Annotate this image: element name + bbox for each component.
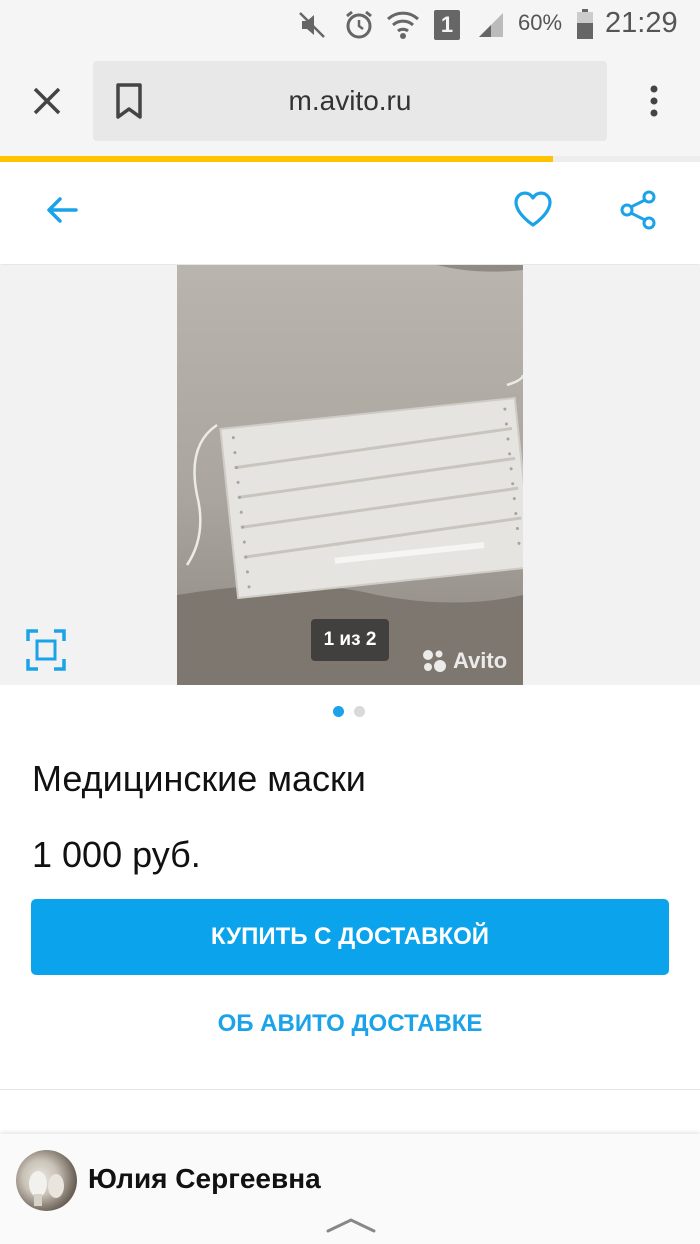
pagination-dot[interactable] <box>333 706 344 717</box>
favorite-heart-icon[interactable] <box>512 189 554 229</box>
divider <box>0 1089 700 1090</box>
share-icon[interactable] <box>618 189 658 231</box>
seller-avatar[interactable] <box>16 1150 77 1211</box>
overflow-menu-icon[interactable] <box>644 82 664 120</box>
listing-title: Медицинские маски <box>32 758 366 799</box>
wifi-icon <box>386 8 420 42</box>
about-delivery-link[interactable]: ОБ АВИТО ДОСТАВКЕ <box>0 1010 700 1038</box>
sim-icon: 1 <box>434 10 460 40</box>
alarm-icon <box>342 8 376 42</box>
app-header <box>0 162 700 264</box>
photo-counter: 1 из 2 <box>311 619 389 661</box>
fullscreen-icon[interactable] <box>26 629 66 671</box>
mute-icon <box>295 8 329 42</box>
avito-logo-icon <box>421 648 447 674</box>
signal-icon <box>474 8 508 42</box>
chevron-up-icon[interactable] <box>325 1216 377 1234</box>
pagination-dot[interactable] <box>354 706 365 717</box>
url-text[interactable]: m.avito.ru <box>93 61 607 141</box>
listing-price: 1 000 руб. <box>32 834 201 875</box>
back-arrow-icon[interactable] <box>42 190 82 230</box>
battery-percent: 60% <box>518 10 563 35</box>
status-clock: 21:29 <box>605 7 678 39</box>
buy-with-delivery-button[interactable]: КУПИТЬ С ДОСТАВКОЙ <box>31 899 669 975</box>
avito-watermark: Avito <box>453 648 508 673</box>
battery-icon <box>577 9 593 39</box>
close-tab-icon[interactable] <box>28 82 66 120</box>
gallery-pagination <box>333 706 365 717</box>
seller-name[interactable]: Юлия Сергеевна <box>88 1163 321 1195</box>
